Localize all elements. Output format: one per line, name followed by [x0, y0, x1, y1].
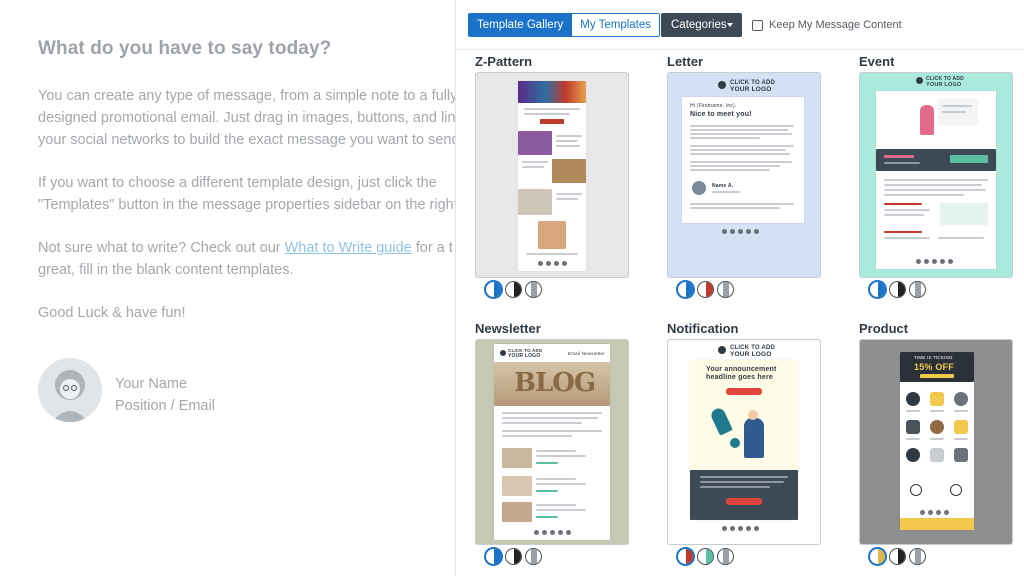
- gallery-toolbar: Template Gallery My Templates Categories…: [456, 0, 1024, 50]
- editor-heading: What do you have to say today?: [38, 38, 332, 59]
- color-scheme-swatch[interactable]: [717, 548, 734, 565]
- editor-paragraph-2: If you want to choose a different templa…: [38, 175, 455, 213]
- signature-block[interactable]: Your Name Position / Email: [38, 358, 438, 422]
- template-thumbnail[interactable]: CLICK TO ADD YOUR LOGO Hi (Firstname, In…: [667, 72, 821, 278]
- signature-name: Your Name: [115, 376, 188, 392]
- template-title: Newsletter: [475, 321, 541, 336]
- editor-paragraph-4: Good Luck & have fun!: [38, 305, 186, 321]
- template-thumbnail[interactable]: [475, 72, 629, 278]
- color-scheme-swatch[interactable]: [677, 548, 694, 565]
- color-scheme-swatch[interactable]: [717, 281, 734, 298]
- avatar: [38, 358, 102, 422]
- color-scheme-swatch[interactable]: [889, 548, 906, 565]
- color-scheme-swatch[interactable]: [525, 281, 542, 298]
- categories-dropdown[interactable]: Categories: [661, 13, 742, 37]
- template-title: Event: [859, 54, 895, 69]
- color-scheme-swatch[interactable]: [889, 281, 906, 298]
- color-scheme-swatch[interactable]: [909, 281, 926, 298]
- color-scheme-swatch[interactable]: [505, 548, 522, 565]
- message-editor: What do you have to say today? You can c…: [0, 0, 455, 576]
- template-title: Product: [859, 321, 909, 336]
- tab-my-templates[interactable]: My Templates: [571, 14, 660, 36]
- template-thumbnail[interactable]: TIME IS TICKING 15% OFF: [859, 339, 1013, 545]
- template-thumbnail[interactable]: CLICK TO ADD YOUR LOGO: [859, 72, 1013, 278]
- color-scheme-options: [677, 281, 734, 298]
- chevron-down-icon: [727, 23, 733, 27]
- keep-content-checkbox[interactable]: [752, 19, 763, 31]
- editor-paragraph-1: You can create any type of message, from…: [38, 88, 455, 148]
- color-scheme-options: [869, 281, 926, 298]
- signature-position: Position / Email: [115, 398, 215, 414]
- color-scheme-options: [485, 548, 542, 565]
- template-source-toggle: Template Gallery My Templates: [468, 13, 661, 37]
- template-title: Z-Pattern: [475, 54, 533, 69]
- color-scheme-swatch[interactable]: [869, 548, 886, 565]
- color-scheme-swatch[interactable]: [525, 548, 542, 565]
- color-scheme-swatch[interactable]: [909, 548, 926, 565]
- color-scheme-swatch[interactable]: [697, 548, 714, 565]
- color-scheme-swatch[interactable]: [485, 548, 502, 565]
- template-title: Notification: [667, 321, 739, 336]
- template-thumbnail[interactable]: CLICK TO ADD YOUR LOGO Email Newsletter …: [475, 339, 629, 545]
- color-scheme-options: [485, 281, 542, 298]
- color-scheme-swatch[interactable]: [505, 281, 522, 298]
- color-scheme-swatch[interactable]: [869, 281, 886, 298]
- keep-content-option[interactable]: Keep My Message Content: [752, 17, 902, 33]
- template-thumbnail[interactable]: CLICK TO ADD YOUR LOGO Your announcement…: [667, 339, 821, 545]
- template-gallery-panel: Template Gallery My Templates Categories…: [455, 0, 1024, 576]
- color-scheme-swatch[interactable]: [677, 281, 694, 298]
- what-to-write-link[interactable]: What to Write guide: [285, 240, 412, 256]
- color-scheme-options: [677, 548, 734, 565]
- color-scheme-options: [869, 548, 926, 565]
- color-scheme-swatch[interactable]: [697, 281, 714, 298]
- tab-template-gallery[interactable]: Template Gallery: [469, 14, 572, 36]
- template-title: Letter: [667, 54, 704, 69]
- color-scheme-swatch[interactable]: [485, 281, 502, 298]
- editor-paragraph-3: Not sure what to write? Check out our Wh…: [38, 240, 453, 278]
